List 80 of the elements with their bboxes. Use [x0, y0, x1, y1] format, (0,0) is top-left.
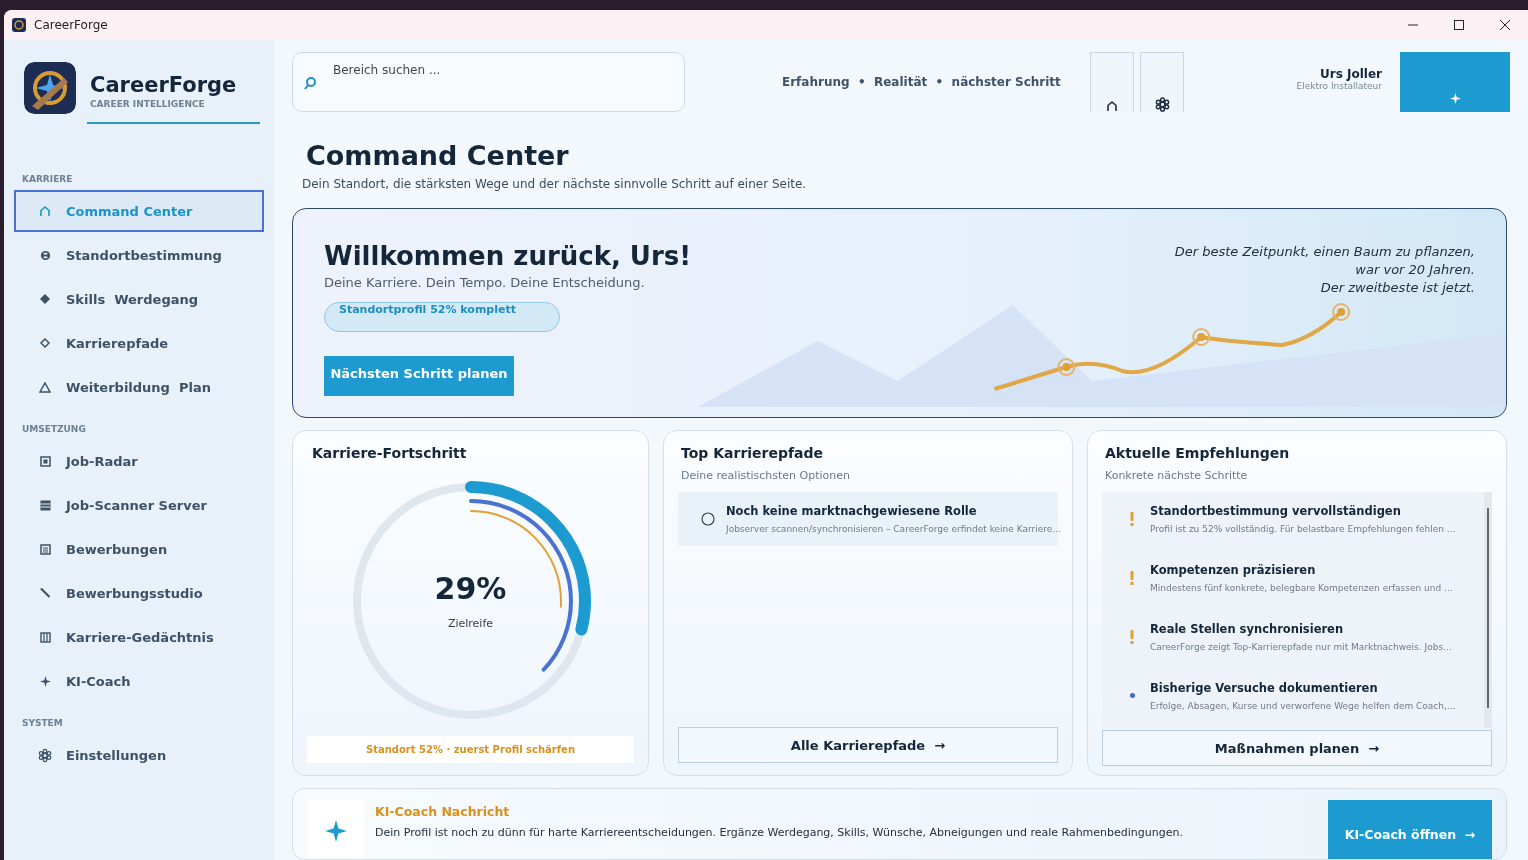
- sidebar-item[interactable]: Bewerbungsstudio: [14, 572, 264, 614]
- page-subtitle: Dein Standort, die stärksten Wege und der nächste sinnvolle Schritt auf einer Seite.: [302, 177, 808, 191]
- profile-badge: Standortprofil 52% komplett: [324, 302, 560, 332]
- all-paths-button[interactable]: Alle Karrierepfade →: [678, 727, 1058, 763]
- page-title: Command Center: [306, 140, 570, 171]
- maximize-icon[interactable]: [1454, 20, 1464, 30]
- dot-icon: [1129, 693, 1135, 698]
- settings-icon: [38, 747, 52, 763]
- quote-line: Der zweitbeste ist jetzt.: [1319, 279, 1475, 297]
- sidebar-item[interactable]: Bewerbungen: [14, 528, 264, 570]
- welcome-subtitle: Deine Karriere. Dein Tempo. Deine Entscheidung.: [324, 275, 646, 290]
- close-icon[interactable]: [1500, 20, 1510, 30]
- recommendation-detail: Mindestens fünf konkrete, belegbare Kompetenzen erfassen und ...: [1150, 582, 1453, 593]
- card-subtitle: Deine realistischsten Optionen: [681, 469, 851, 482]
- sparkle-icon: [39, 675, 51, 687]
- search-icon: [304, 76, 317, 91]
- warning-icon: [1130, 629, 1134, 644]
- home-icon: [1106, 100, 1118, 112]
- sidebar-item[interactable]: Einstellungen: [14, 734, 264, 776]
- progress-value: 29%: [433, 571, 508, 606]
- square-icon: [39, 455, 51, 467]
- pen-icon: [39, 587, 51, 599]
- sidebar-item[interactable]: Standortbestimmung: [14, 234, 264, 276]
- progress-label: Zielreife: [446, 617, 495, 630]
- search-field[interactable]: Bereich suchen ...: [292, 52, 685, 112]
- recommendation-detail: Profil ist zu 52% vollständig. Für belastbare Empfehlungen fehlen ...: [1150, 523, 1456, 534]
- path-title: Noch keine marktnachgewiesene Rolle: [726, 504, 978, 518]
- columns-icon: [39, 631, 51, 643]
- section-heading: SYSTEM: [22, 718, 64, 728]
- diamond-icon: [40, 338, 50, 348]
- recommendation-detail: CareerForge zeigt Top-Karrierepfade nur mit Marktnachweis. Jobs...: [1150, 641, 1452, 652]
- home-icon: [39, 205, 51, 217]
- triangle-icon: [39, 381, 51, 393]
- recommendation-title: Standortbestimmung vervollständigen: [1150, 503, 1402, 518]
- warning-icon: [1130, 511, 1134, 526]
- sparkle-icon: [1449, 93, 1461, 104]
- server-icon: [39, 499, 51, 511]
- card-title: Karriere-Fortschritt: [312, 445, 468, 461]
- list-icon: [39, 543, 51, 555]
- motto-text: Erfahrung • Realität • nächster Schritt: [782, 75, 1062, 89]
- sidebar-item[interactable]: Karrierepfade: [14, 322, 264, 364]
- quote-line: Der beste Zeitpunkt, einen Baum zu pflanzen,: [1174, 243, 1475, 261]
- welcome-title: Willkommen zurück, Urs!: [324, 241, 692, 271]
- user-role: Elektro Installateur: [1296, 81, 1382, 91]
- warning-icon: [1130, 570, 1134, 585]
- app-logo: [24, 62, 76, 114]
- quote-line: war vor 20 Jahren.: [1354, 261, 1475, 279]
- progress-note: Standort 52% · zuerst Profil schärfen: [307, 736, 634, 763]
- card-title: Aktuelle Empfehlungen: [1105, 445, 1291, 461]
- path-item[interactable]: Noch keine marktnachgewiesene Rolle Jobserver scannen/synchronisieren – CareerForge erfindet keine Karriere...: [678, 492, 1058, 546]
- scrollbar-thumb[interactable]: [1487, 508, 1489, 708]
- sidebar-item[interactable]: Job-Radar: [14, 440, 264, 482]
- section-heading: KARRIERE: [22, 174, 74, 184]
- sparkle-icon: [325, 820, 347, 842]
- settings-icon: [1154, 97, 1170, 112]
- user-name: Urs Joller: [1319, 67, 1382, 81]
- card-title: Top Karrierepfade: [681, 445, 825, 461]
- coach-title: KI-Coach Nachricht: [375, 804, 511, 819]
- diamond-icon: [40, 294, 50, 304]
- app-tagline: CAREER INTELLIGENCE: [90, 99, 206, 109]
- app-name: CareerForge: [90, 73, 237, 97]
- coach-message: Dein Profil ist noch zu dünn für harte Karriereentscheidungen. Ergänze Werdegang, Skills, Wünsche, Abneigungen und reale Rahmenbedingungen.: [375, 826, 1184, 839]
- target-icon: [39, 249, 51, 261]
- settings-button[interactable]: [1140, 52, 1184, 112]
- sidebar-item[interactable]: Karriere-Gedächtnis: [14, 616, 264, 658]
- recommendation-detail: Erfolge, Absagen, Kurse und verworfene Wege helfen dem Coach,...: [1150, 700, 1456, 711]
- sidebar-item[interactable]: Weiterbildung Plan: [14, 366, 264, 408]
- recommendation-title: Reale Stellen synchronisieren: [1150, 621, 1345, 636]
- recommendation-title: Bisherige Versuche dokumentieren: [1150, 680, 1379, 695]
- recommendation-title: Kompetenzen präzisieren: [1150, 562, 1317, 577]
- sidebar-item[interactable]: KI-Coach: [14, 660, 264, 702]
- radio-icon: [701, 512, 715, 526]
- section-heading: UMSETZUNG: [22, 424, 87, 434]
- sidebar-item[interactable]: Skills Werdegang: [14, 278, 264, 320]
- path-detail: Jobserver scannen/synchronisieren – CareerForge erfindet keine Karriere...: [726, 524, 1061, 534]
- card-subtitle: Konkrete nächste Schritte: [1105, 469, 1249, 482]
- sidebar-item[interactable]: Job-Scanner Server: [14, 484, 264, 526]
- app-icon: [12, 18, 26, 32]
- window-title: CareerForge: [34, 18, 108, 32]
- plan-measures-button[interactable]: Maßnahmen planen →: [1102, 730, 1492, 766]
